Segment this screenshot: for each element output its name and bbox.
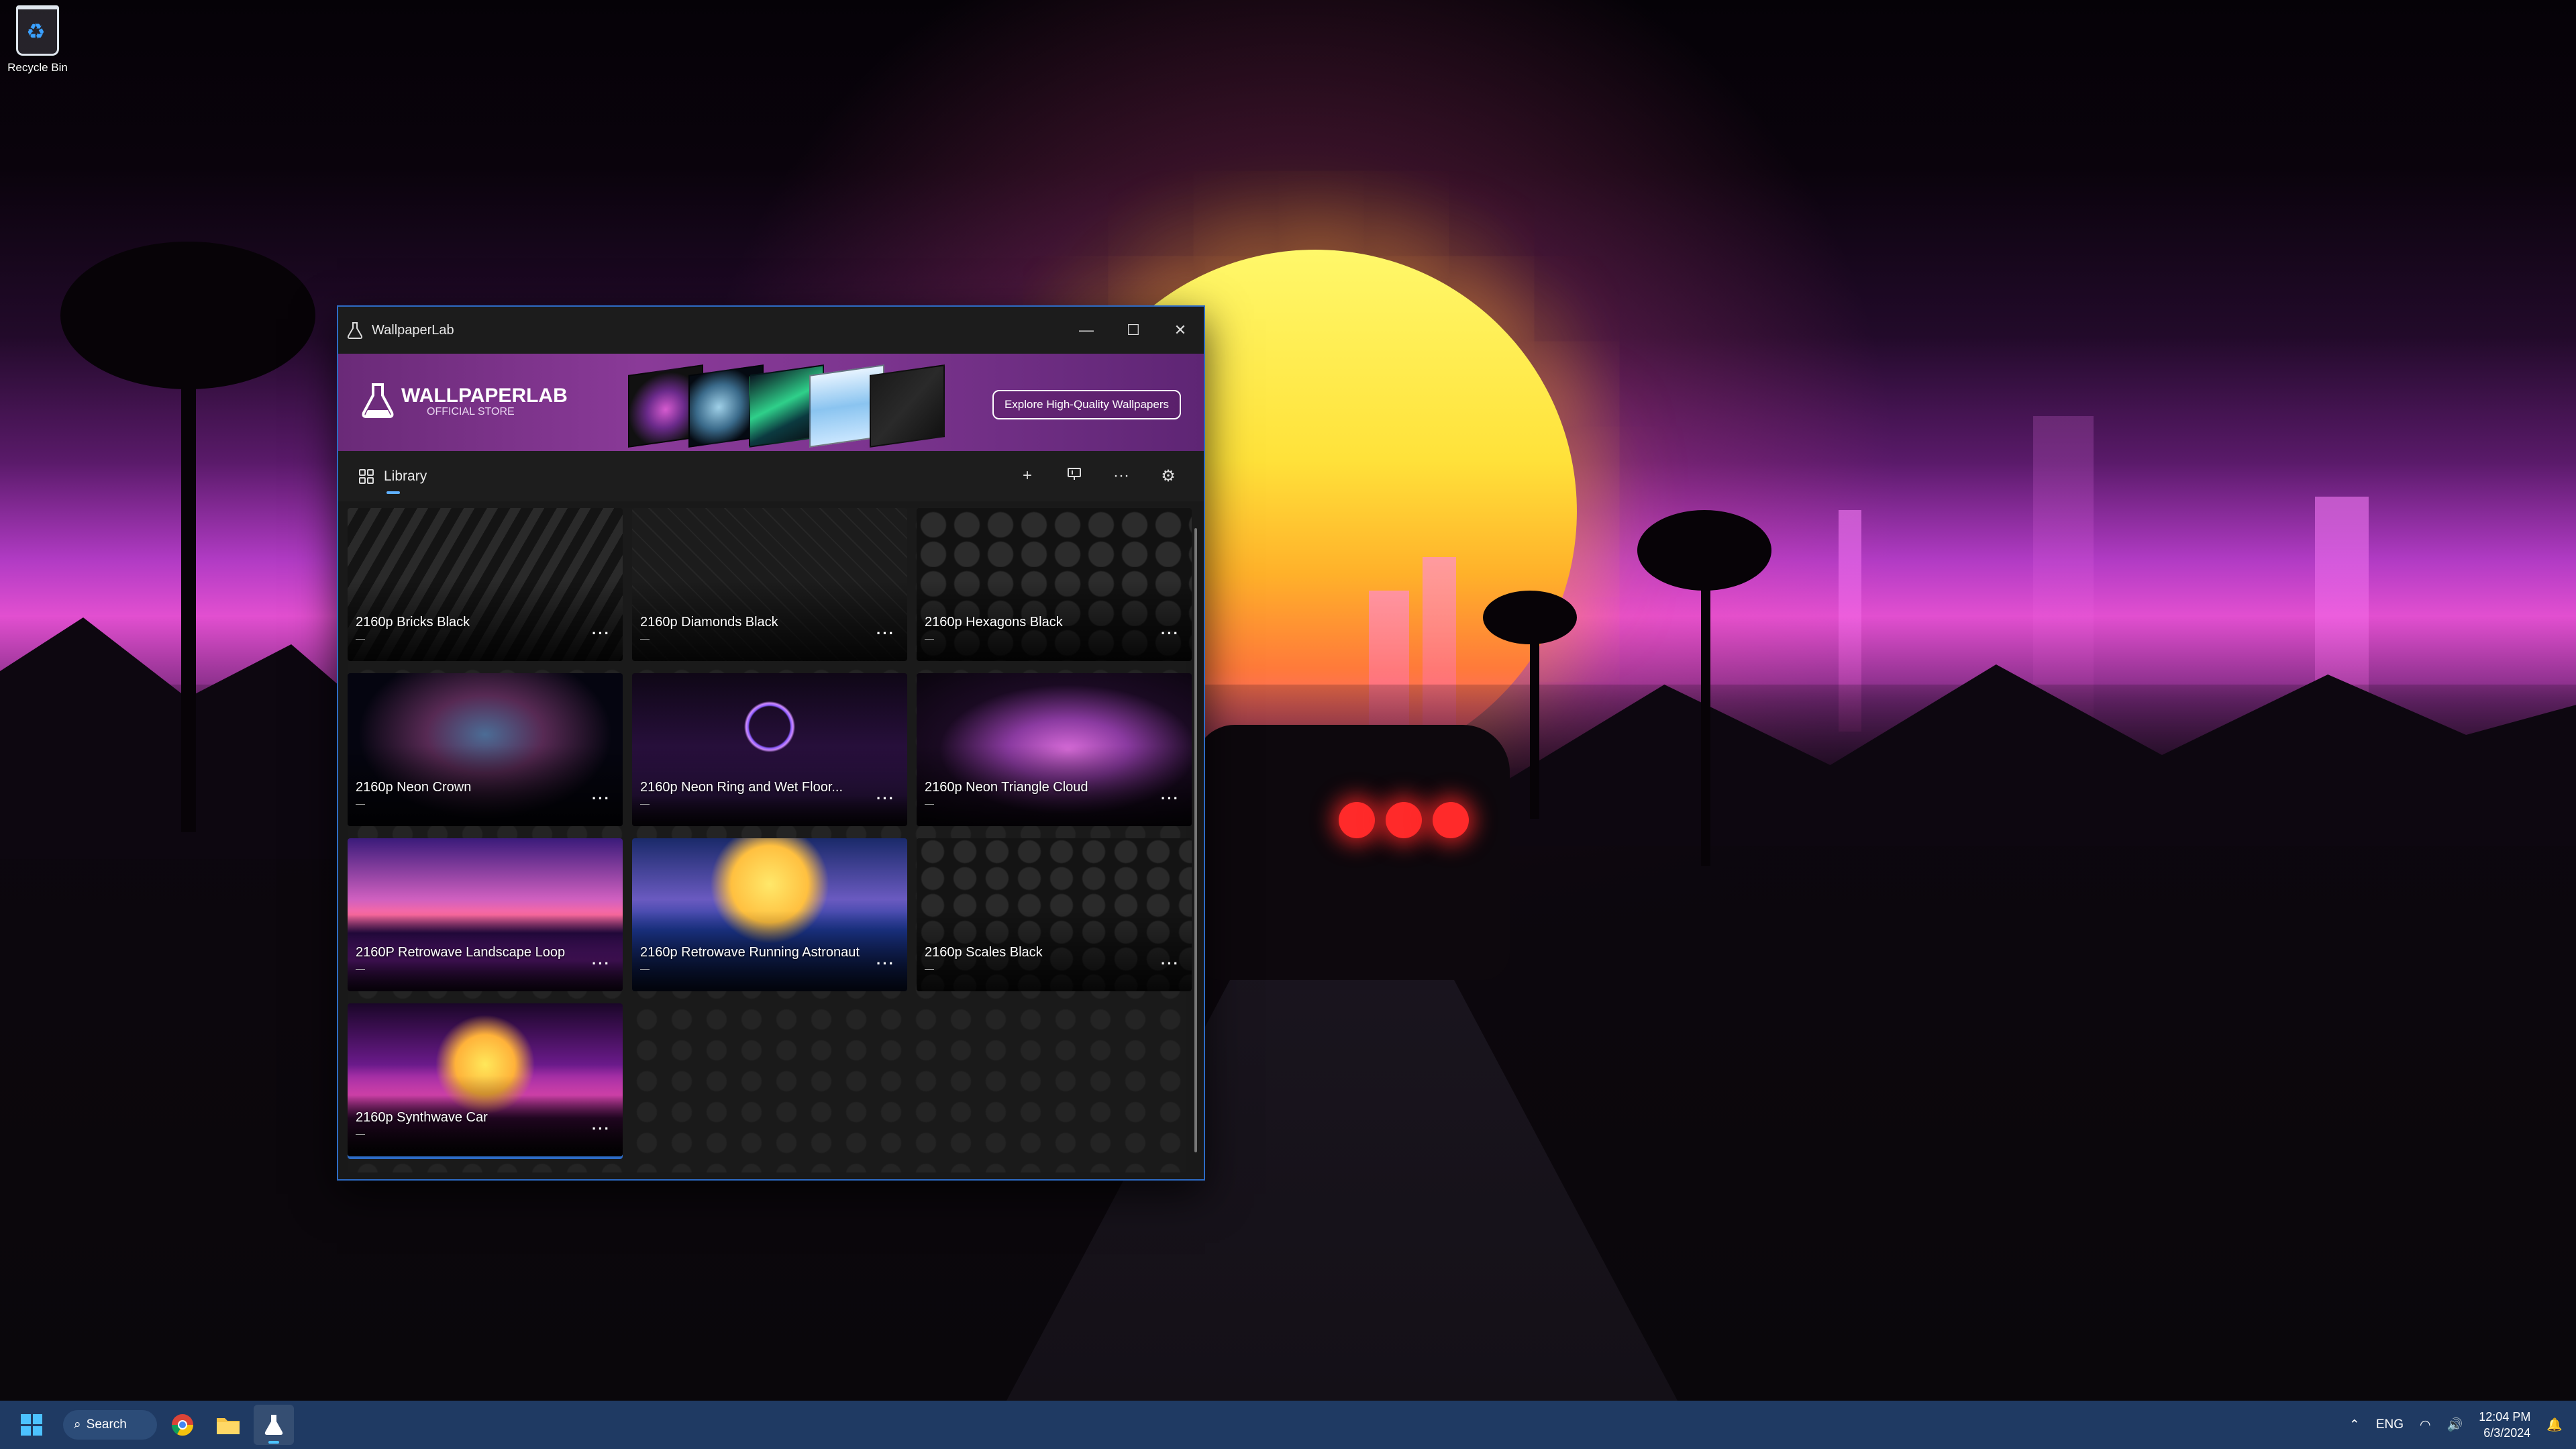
banner-thumbnail [870,364,945,448]
wallpaper-card-title: 2160p Diamonds Black [640,615,778,630]
wallpaper-card[interactable]: 2160p Neon Triangle Cloud — ··· [917,673,1192,826]
wallpaper-card-title: 2160p Hexagons Black [925,615,1063,630]
wallpaper-car [1194,725,1510,980]
wallpaper-card-title: 2160p Neon Crown [356,780,472,795]
notification-bell-icon[interactable]: 🔔 [2546,1417,2563,1433]
wallpaper-card-meta: — [640,633,650,644]
wallpaper-card[interactable]: 2160p Scales Black — ··· [917,838,1192,991]
display-icon[interactable] [1051,466,1098,486]
tab-active-indicator [387,491,400,494]
maximize-button[interactable]: ☐ [1110,307,1157,354]
card-more-options-icon[interactable]: ··· [592,625,611,642]
wallpaper-card[interactable]: 2160p Neon Ring and Wet Floor... — ··· [632,673,907,826]
wallpaper-card-title: 2160p Retrowave Running Astronaut [640,945,860,960]
wallpaper-taillight [1433,802,1469,838]
minimize-button[interactable]: — [1063,307,1110,354]
chrome-icon[interactable] [162,1405,203,1445]
wallpaper-card[interactable]: 2160p Diamonds Black — ··· [632,508,907,661]
brand-name: WALLPAPERLAB [401,385,568,407]
title-bar[interactable]: WallpaperLab — ☐ ✕ [338,307,1204,354]
system-tray: ⌃ ENG ◠ 🔊 12:04 PM 6/3/2024 🔔 [2341,1409,2576,1441]
windows-logo-icon [21,1414,42,1436]
wallpaper-card-title: 2160p Scales Black [925,945,1043,960]
card-more-options-icon[interactable]: ··· [592,790,611,807]
desktop-icon-recycle-bin[interactable]: ♻ Recycle Bin [5,5,70,74]
wallpaper-card-meta: — [356,633,365,644]
clock[interactable]: 12:04 PM 6/3/2024 [2479,1409,2530,1441]
wallpaper-palm [1530,617,1539,819]
wallpaper-card[interactable]: 2160p Bricks Black — ··· [348,508,623,661]
file-explorer-icon[interactable] [208,1405,248,1445]
card-more-options-icon[interactable]: ··· [876,790,895,807]
chevron-up-icon[interactable]: ⌃ [2349,1417,2360,1433]
wallpaper-card[interactable]: 2160p Synthwave Car — ··· [348,1003,623,1156]
wallpaper-card[interactable]: 2160p Neon Crown — ··· [348,673,623,826]
add-icon[interactable]: + [1004,466,1051,486]
window-title: WallpaperLab [372,322,454,338]
wifi-icon[interactable]: ◠ [2420,1417,2431,1433]
wallpaper-card-meta: — [356,963,365,974]
wallpaper-card-meta: — [356,798,365,809]
card-more-options-icon[interactable]: ··· [1161,790,1180,807]
library-toolbar: Library + ··· ⚙ [338,451,1204,501]
flask-icon [348,322,362,339]
wallpaper-card-meta: — [640,963,650,974]
clock-time: 12:04 PM [2479,1410,2531,1423]
app-window: WallpaperLab — ☐ ✕ WALLPAPERLAB OFFICIAL… [337,305,1205,1181]
taskbar: ⌕ Search ⌃ ENG ◠ 🔊 12:04 PM 6/3/2024 🔔 [0,1401,2576,1449]
search-icon: ⌕ [74,1417,81,1432]
wallpaper-palm [60,242,315,389]
library-scrollbar[interactable] [1194,528,1197,1152]
volume-icon[interactable]: 🔊 [2447,1417,2463,1433]
wallpaper-card-title: 2160p Neon Triangle Cloud [925,780,1088,795]
card-more-options-icon[interactable]: ··· [592,1120,611,1138]
search-label: Search [86,1417,127,1432]
wallpaper-card-meta: — [925,963,934,974]
desktop-icon-label: Recycle Bin [7,61,68,74]
wallpaper-card-meta: — [925,633,934,644]
wallpaper-card[interactable]: 2160p Hexagons Black — ··· [917,508,1192,661]
clock-date: 6/3/2024 [2483,1426,2531,1440]
wallpaper-card-title: 2160p Synthwave Car [356,1110,488,1125]
library-grid: 2160p Bricks Black — ··· 2160p Diamonds Bla… [348,508,1192,1172]
language-indicator[interactable]: ENG [2376,1417,2404,1432]
card-more-options-icon[interactable]: ··· [876,625,895,642]
wallpaper-card-meta: — [640,798,650,809]
card-more-options-icon[interactable]: ··· [1161,955,1180,972]
wallpaper-taillight [1386,802,1422,838]
card-more-options-icon[interactable]: ··· [876,955,895,972]
card-more-options-icon[interactable]: ··· [1161,625,1180,642]
wallpaper-palm [181,322,196,832]
gear-icon[interactable]: ⚙ [1145,466,1192,486]
wallpaper-card[interactable]: 2160p Retrowave Running Astronaut — ··· [632,838,907,991]
more-options-icon[interactable]: ··· [1098,466,1145,486]
taskbar-search[interactable]: ⌕ Search [63,1410,157,1440]
tab-library[interactable]: Library [358,468,427,494]
flask-logo-icon [362,383,394,418]
wallpaper-card-meta: — [925,798,934,809]
banner-thumbnails [628,364,945,448]
wallpaper-card[interactable]: 2160P Retrowave Landscape Loop — ··· [348,838,623,991]
wallpaper-palm [1637,510,1771,591]
wallpaper-card-meta: — [356,1128,365,1139]
close-button[interactable]: ✕ [1157,307,1204,354]
wallpaper-palm [1701,557,1710,866]
store-banner: WALLPAPERLAB OFFICIAL STORE Explore High… [338,354,1204,451]
wallpaperlab-taskbar-icon[interactable] [254,1405,294,1445]
wallpaper-card-title: 2160p Bricks Black [356,615,470,630]
wallpaper-taillight [1339,802,1375,838]
brand-subtitle: OFFICIAL STORE [427,406,515,417]
wallpaper-card-title: 2160p Neon Ring and Wet Floor... [640,780,843,795]
start-button[interactable] [8,1401,55,1449]
store-logo: WALLPAPERLAB OFFICIAL STORE [361,382,568,421]
grid-icon [359,468,374,484]
wallpaper-palm [1483,591,1577,644]
tab-library-label: Library [384,468,427,484]
wallpaper-card-title: 2160P Retrowave Landscape Loop [356,945,566,960]
recycle-bin-icon: ♻ [16,5,59,56]
card-more-options-icon[interactable]: ··· [592,955,611,972]
explore-wallpapers-button[interactable]: Explore High-Quality Wallpapers [992,390,1181,419]
